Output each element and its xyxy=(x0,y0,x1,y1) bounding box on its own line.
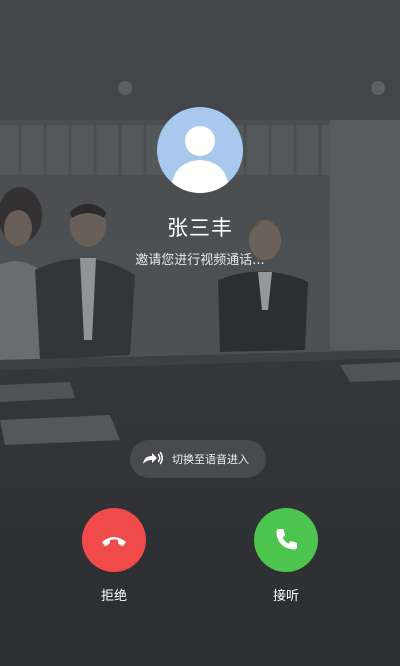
caller-name: 张三丰 xyxy=(167,216,233,240)
background-dim-overlay xyxy=(0,0,400,666)
phone-handset-icon xyxy=(276,529,297,550)
switch-to-voice-label: 切换至语音进入 xyxy=(172,453,249,466)
decline-label: 拒绝 xyxy=(100,589,127,604)
incoming-video-call-screen: 张三丰 邀请您进行视频通话... 切换至语音进入 拒绝 接听 xyxy=(0,0,400,666)
hang-up-phone-icon xyxy=(102,537,126,547)
forward-arrow-sound-icon xyxy=(140,447,164,471)
accept-call-button[interactable] xyxy=(254,508,318,572)
call-status-text: 邀请您进行视频通话... xyxy=(135,253,265,268)
accept-label: 接听 xyxy=(272,589,299,604)
decline-call-button[interactable] xyxy=(82,508,146,572)
person-silhouette-icon xyxy=(171,126,229,193)
caller-avatar xyxy=(157,107,243,193)
switch-to-voice-button[interactable]: 切换至语音进入 xyxy=(130,440,266,478)
